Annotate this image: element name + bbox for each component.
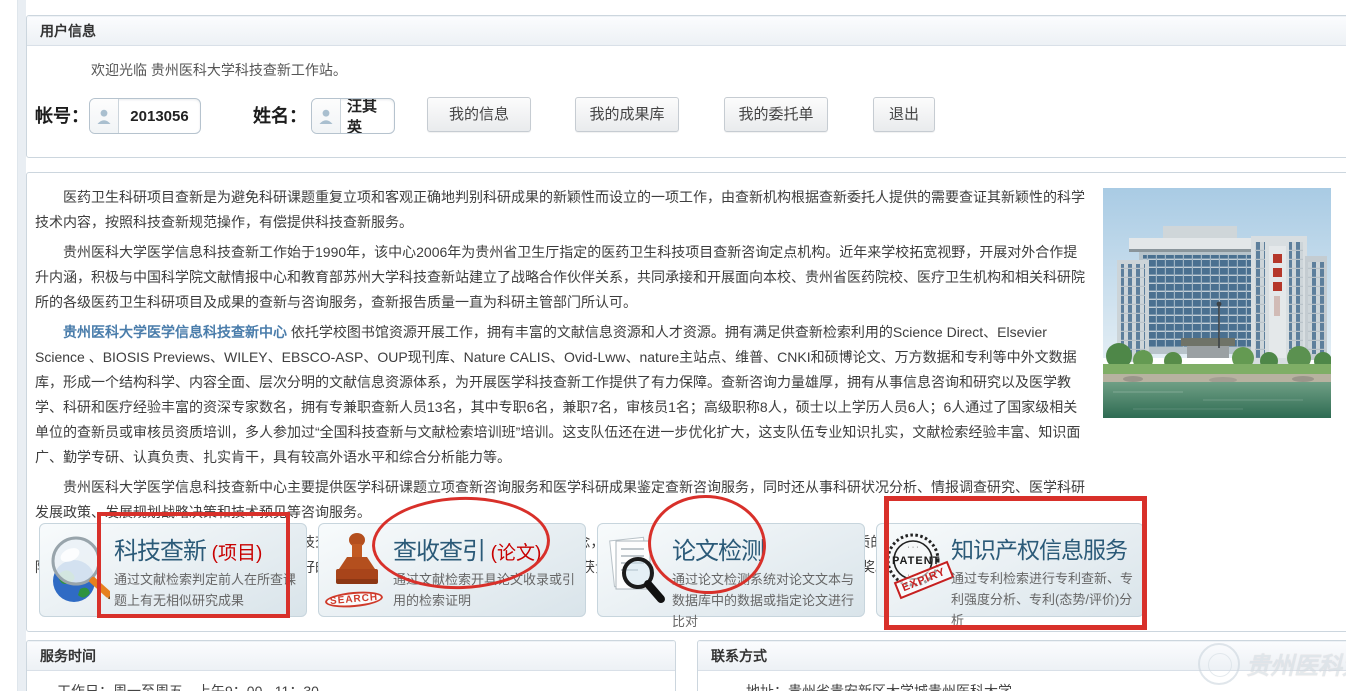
card-ip-info-service[interactable]: · · · · · · PATENT EXPIRY 知识产权信息服务 通过专利检… (876, 523, 1144, 617)
patent-badge-icon: · · · · · · PATENT EXPIRY (883, 531, 947, 611)
svg-text:· · ·: · · · (908, 544, 919, 551)
my-info-button[interactable]: 我的信息 (427, 97, 531, 132)
name-field[interactable]: 汪其英 (311, 98, 395, 134)
contact-address-text: 地址：贵州省贵安新区大学城贵州医科大学 (746, 681, 1012, 691)
document-magnifier-icon (604, 531, 668, 611)
card-desc: 通过论文检测系统对论文文本与数据库中的数据或指定论文进行比对 (672, 569, 860, 632)
intro-paragraph: 贵州医科大学医学信息科技查新中心 依托学校图书馆资源开展工作，拥有丰富的文献信息… (35, 320, 1087, 470)
intro-paragraph: 医药卫生科研项目查新是为避免科研课题重复立项和客观正确地判别科研成果的新颖性而设… (35, 185, 1087, 235)
account-value: 2013056 (119, 99, 200, 133)
welcome-text: 欢迎光临 贵州医科大学科技查新工作站。 (91, 60, 347, 80)
page: 用户信息 欢迎光临 贵州医科大学科技查新工作站。 帐号： 2013056 姓名：… (0, 0, 1346, 691)
card-title: 知识产权信息服务 (951, 531, 1139, 565)
panel-title: 用户信息 (27, 16, 1346, 46)
user-info-panel: 用户信息 欢迎光临 贵州医科大学科技查新工作站。 帐号： 2013056 姓名：… (26, 15, 1346, 158)
intro-paragraph: 贵州医科大学医学信息科技查新工作始于1990年，该中心2006年为贵州省卫生厅指… (35, 240, 1087, 315)
service-hours-text: 工作日：周一至周五 上午9：00 - 11：30 (57, 681, 319, 691)
intro-paragraph: 贵州医科大学医学信息科技查新中心主要提供医学科研课题立项查新咨询服务和医学科研成… (35, 475, 1087, 525)
card-desc: 通过专利检索进行专利查新、专利强度分析、专利(态势/评价)分析 (951, 568, 1139, 631)
user-icon (312, 99, 341, 133)
name-label: 姓名： (253, 99, 307, 134)
card-novelty-search[interactable]: 科技查新 (项目) 通过文献检索判定前人在所查课题上有无相似研究成果 (39, 523, 307, 617)
intro-panel: 医药卫生科研项目查新是为避免科研课题重复立项和客观正确地判别科研成果的新颖性而设… (26, 172, 1346, 632)
account-field[interactable]: 2013056 (89, 98, 201, 134)
logout-button[interactable]: 退出 (873, 97, 935, 132)
card-title: 查收查引 (论文) (393, 531, 581, 566)
stamp-search-icon: SEARCH (325, 531, 389, 611)
my-results-button[interactable]: 我的成果库 (575, 97, 679, 132)
account-label: 帐号： (35, 99, 89, 134)
card-desc: 通过文献检索开具论文收录或引用的检索证明 (393, 569, 581, 611)
card-desc: 通过文献检索判定前人在所查课题上有无相似研究成果 (114, 569, 302, 611)
name-value: 汪其英 (341, 99, 394, 133)
globe-magnifier-icon (46, 531, 110, 611)
my-orders-button[interactable]: 我的委托单 (724, 97, 828, 132)
service-hours-panel: 服务时间 工作日：周一至周五 上午9：00 - 11：30 (26, 640, 676, 691)
center-name-highlight: 贵州医科大学医学信息科技查新中心 (63, 324, 287, 340)
card-title: 科技查新 (项目) (114, 531, 302, 566)
card-citation-check[interactable]: SEARCH 查收查引 (论文) 通过文献检索开具论文收录或引用的检索证明 (318, 523, 586, 617)
user-icon (90, 99, 119, 133)
library-building-photo (1103, 188, 1331, 418)
panel-title: 联系方式 (698, 641, 1346, 671)
contact-panel: 联系方式 地址：贵州省贵安新区大学城贵州医科大学 (697, 640, 1346, 691)
panel-title: 服务时间 (27, 641, 675, 671)
patent-badge-text: PATENT (892, 555, 940, 567)
card-plagiarism-check[interactable]: 论文检测 通过论文检测系统对论文文本与数据库中的数据或指定论文进行比对 (597, 523, 865, 617)
card-title: 论文检测 (672, 531, 860, 566)
left-edge-strip (17, 0, 26, 691)
